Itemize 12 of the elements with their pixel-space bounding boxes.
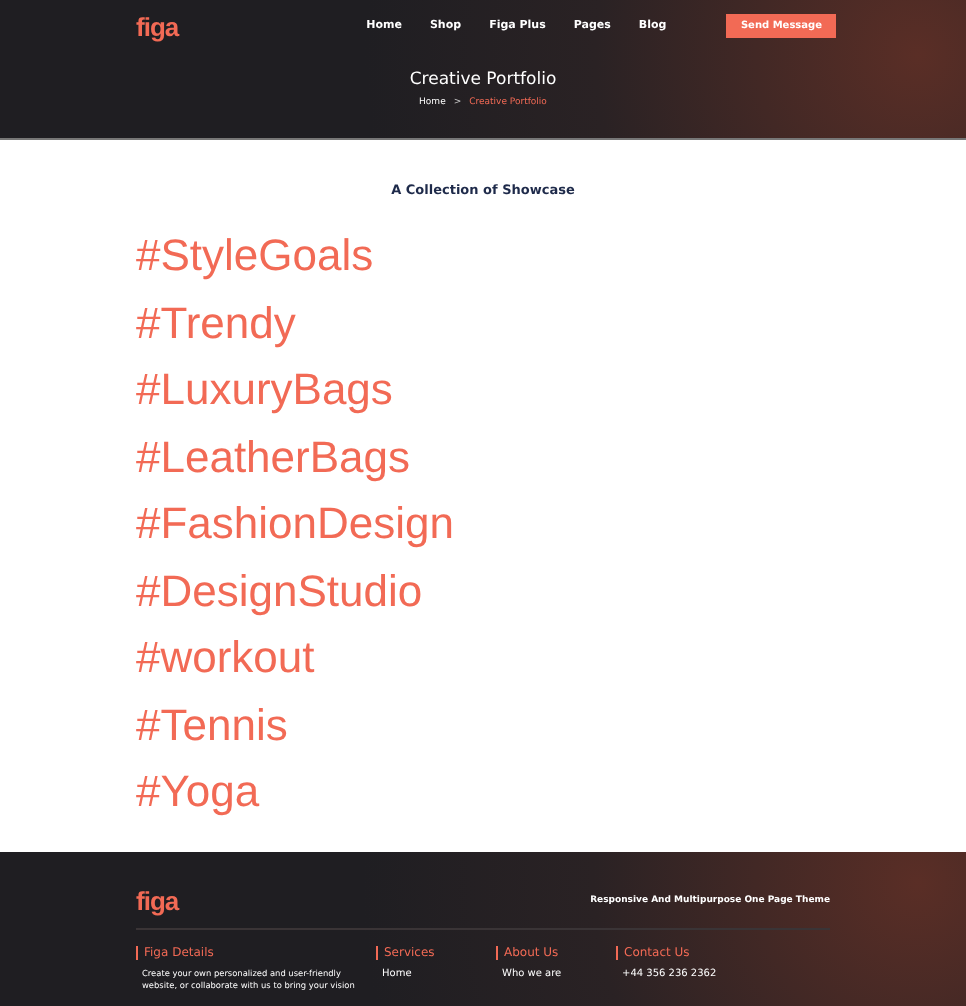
page-title: Creative Portfolio xyxy=(407,70,559,90)
footer-logo[interactable]: figa xyxy=(136,886,179,916)
hashtag-link[interactable]: #StyleGoals xyxy=(136,222,374,289)
hashtag-link[interactable]: #FashionDesign xyxy=(136,490,454,557)
hashtag-link[interactable]: #Yoga xyxy=(136,758,260,825)
hashtag-link[interactable]: #workout xyxy=(136,624,315,691)
hashtag-link[interactable]: #Trendy xyxy=(136,289,296,356)
hashtag-link[interactable]: #Tennis xyxy=(136,691,288,758)
logo[interactable]: figa xyxy=(136,11,179,41)
hashtag-link[interactable]: #LuxuryBags xyxy=(136,356,393,423)
hashtag-link[interactable]: #DesignStudio xyxy=(136,557,423,624)
hashtag-link[interactable]: #LeatherBags xyxy=(136,423,410,490)
